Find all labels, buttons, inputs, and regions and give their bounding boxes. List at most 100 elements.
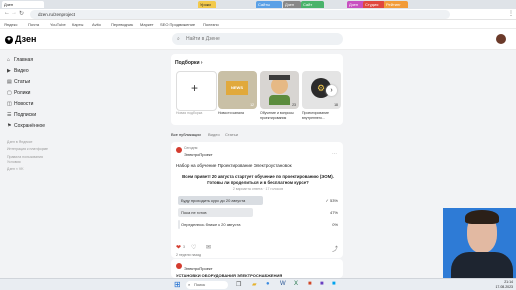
sidebar-item-saved[interactable]: ⚑ Сохранённое bbox=[7, 122, 45, 130]
comment-icon[interactable]: ✉ bbox=[206, 244, 211, 251]
excel-icon[interactable]: X bbox=[294, 281, 298, 287]
tile-count: 23 bbox=[292, 103, 296, 107]
feed-tab-all[interactable]: Все публикации bbox=[171, 132, 201, 137]
sidebar-footer-link[interactable]: Условия bbox=[7, 160, 20, 165]
poll-option-label: Буду проходить курс до 20 августа bbox=[181, 198, 246, 203]
like-count: 3 bbox=[183, 245, 185, 249]
subscriptions-icon: ☰ bbox=[7, 112, 12, 118]
channel-name[interactable]: ЭлектроПроект bbox=[184, 266, 213, 271]
url-field[interactable]: dzen.ru/zenproject bbox=[30, 10, 450, 19]
explorer-icon[interactable]: ▰ bbox=[252, 281, 257, 288]
browser-tab-strip: Дзен Уроки Сайты Дзен Сайт Дзен Студия Р… bbox=[0, 0, 516, 9]
browser-icon[interactable]: ● bbox=[266, 281, 270, 287]
sidebar-footer-link[interactable]: Дзен в Яндексе bbox=[7, 140, 32, 145]
tile-caption: Обучение и вопросы проектирования bbox=[260, 111, 294, 120]
logo-text: Дзен bbox=[15, 34, 37, 44]
search-input[interactable]: ⌕ Найти в Дзене bbox=[172, 33, 343, 45]
chevron-right-icon: › bbox=[330, 87, 333, 94]
browser-tab[interactable]: Дзен bbox=[283, 1, 301, 8]
poll-option-percent: 47% bbox=[329, 210, 338, 215]
dzen-logo-icon: ✦ bbox=[5, 35, 13, 44]
news-icon: ◫ bbox=[7, 101, 12, 107]
graduate-cap-icon bbox=[269, 75, 290, 80]
home-icon: ⌂ bbox=[7, 57, 11, 63]
bookmark[interactable]: Яндекс bbox=[4, 20, 17, 29]
search-icon: ⌕ bbox=[188, 282, 191, 287]
poll-option-bar bbox=[178, 220, 180, 229]
windows-start-icon[interactable]: ⊞ bbox=[174, 280, 181, 289]
news-tile[interactable]: NEWS 12 bbox=[218, 71, 257, 109]
post-text: Набор на обучение Проектирование Электро… bbox=[176, 163, 292, 168]
share-icon[interactable]: ⤴ bbox=[332, 244, 338, 253]
channel-avatar[interactable] bbox=[176, 147, 182, 153]
clock-date: 17.08.2023 bbox=[495, 284, 513, 289]
sidebar-item-news[interactable]: ◫ Новости bbox=[7, 100, 33, 108]
back-icon[interactable]: ← bbox=[4, 10, 10, 16]
taskbar-search[interactable]: ⌕ Поиск bbox=[186, 281, 228, 289]
video-icon: ▶ bbox=[7, 68, 11, 74]
app-icon[interactable]: ■ bbox=[332, 281, 336, 287]
avatar[interactable] bbox=[496, 34, 506, 44]
person-hair bbox=[465, 210, 499, 224]
browser-tab[interactable]: Студия bbox=[363, 1, 385, 8]
channel-avatar[interactable] bbox=[176, 263, 182, 269]
sidebar-footer-link[interactable]: Дзен × VK bbox=[7, 167, 24, 172]
tile-caption: Проектирование внутреннего... bbox=[302, 111, 329, 120]
new-collection-tile[interactable]: + bbox=[176, 71, 217, 111]
sidebar-item-subscriptions[interactable]: ☰ Подписки bbox=[7, 111, 36, 119]
feed-tab-video[interactable]: Видео bbox=[208, 132, 220, 137]
sidebar-footer-link[interactable]: Интеграция к платформе bbox=[7, 147, 48, 152]
browser-tab[interactable]: Уроки bbox=[198, 1, 216, 8]
browser-tab[interactable]: Сайты bbox=[256, 1, 282, 8]
sidebar-item-shorts[interactable]: ▢ Ролики bbox=[7, 89, 30, 97]
reload-icon[interactable]: ↻ bbox=[19, 10, 24, 17]
clock[interactable]: 21:14 17.08.2023 bbox=[493, 280, 513, 289]
feed-tab-articles[interactable]: Статьи bbox=[225, 132, 238, 137]
word-icon[interactable]: W bbox=[280, 281, 286, 287]
bookmark[interactable]: Карты bbox=[72, 20, 83, 29]
bookmark[interactable]: YouTube bbox=[50, 20, 66, 29]
dzen-logo[interactable]: ✦ Дзен bbox=[5, 34, 36, 45]
poll-option-label: Определюсь ближе к 20 августа bbox=[181, 222, 241, 227]
collections-title[interactable]: Подборки › bbox=[175, 60, 203, 66]
education-tile[interactable]: 23 bbox=[260, 71, 299, 109]
channel-name[interactable]: ЭлектроПроект bbox=[184, 152, 213, 157]
like-icon[interactable]: ❤ bbox=[176, 244, 181, 251]
news-icon: NEWS bbox=[226, 81, 248, 95]
browser-tab[interactable]: Сайт bbox=[301, 1, 324, 8]
browser-tab[interactable]: Дзен bbox=[2, 1, 44, 8]
taskbar: ⊞ ⌕ Поиск ❐ ▰ ● W X ■ ■ ■ 21:14 17.08.20… bbox=[0, 278, 516, 290]
graduate-body-icon bbox=[269, 95, 290, 105]
sidebar-item-home[interactable]: ⌂ Главная bbox=[7, 56, 33, 64]
poll-option[interactable]: Пока не готов 47% bbox=[178, 208, 338, 217]
post-date: 2 недели назад bbox=[176, 253, 201, 257]
poll-option[interactable]: Определюсь ближе к 20 августа 0% bbox=[178, 220, 338, 229]
bookmark[interactable]: Почта bbox=[28, 20, 39, 29]
app-icon[interactable]: ■ bbox=[320, 281, 324, 287]
person-body bbox=[451, 252, 513, 278]
poll-votes: 2 варианта ответа · 17 голосов bbox=[232, 187, 284, 191]
bookmark[interactable]: SEO Продвижение bbox=[160, 20, 195, 29]
sidebar-item-video[interactable]: ▶ Видео bbox=[7, 67, 29, 75]
more-icon[interactable]: ⋯ bbox=[332, 151, 337, 157]
search-placeholder: Найти в Дзене bbox=[186, 36, 220, 42]
saved-icon: ⚑ bbox=[7, 123, 12, 129]
sidebar-item-articles[interactable]: ▤ Статьи bbox=[7, 78, 30, 86]
browser-tab[interactable]: Рейтинг bbox=[384, 1, 408, 8]
bookmark[interactable]: Переводчик bbox=[111, 20, 133, 29]
poll-option[interactable]: Буду проходить курс до 20 августа ✓ 53% bbox=[178, 196, 338, 205]
bookmark[interactable]: Маркет bbox=[140, 20, 154, 29]
poll-option-label: Пока не готов bbox=[181, 210, 207, 215]
search-icon: ⌕ bbox=[177, 36, 180, 42]
app-icon[interactable]: ■ bbox=[308, 281, 312, 287]
tile-caption: Новая подборка bbox=[176, 111, 203, 115]
dislike-icon[interactable]: ♡ bbox=[191, 244, 196, 251]
tile-count: 12 bbox=[250, 103, 254, 107]
forward-icon[interactable]: → bbox=[11, 10, 17, 16]
menu-icon[interactable]: ⋮ bbox=[508, 10, 514, 17]
bookmark[interactable]: Полезно bbox=[203, 20, 219, 29]
carousel-next-button[interactable]: › bbox=[326, 85, 337, 96]
tile-caption: Новости канала bbox=[218, 111, 244, 115]
bookmark[interactable]: Avito bbox=[92, 20, 101, 29]
task-view-icon[interactable]: ❐ bbox=[236, 281, 241, 288]
